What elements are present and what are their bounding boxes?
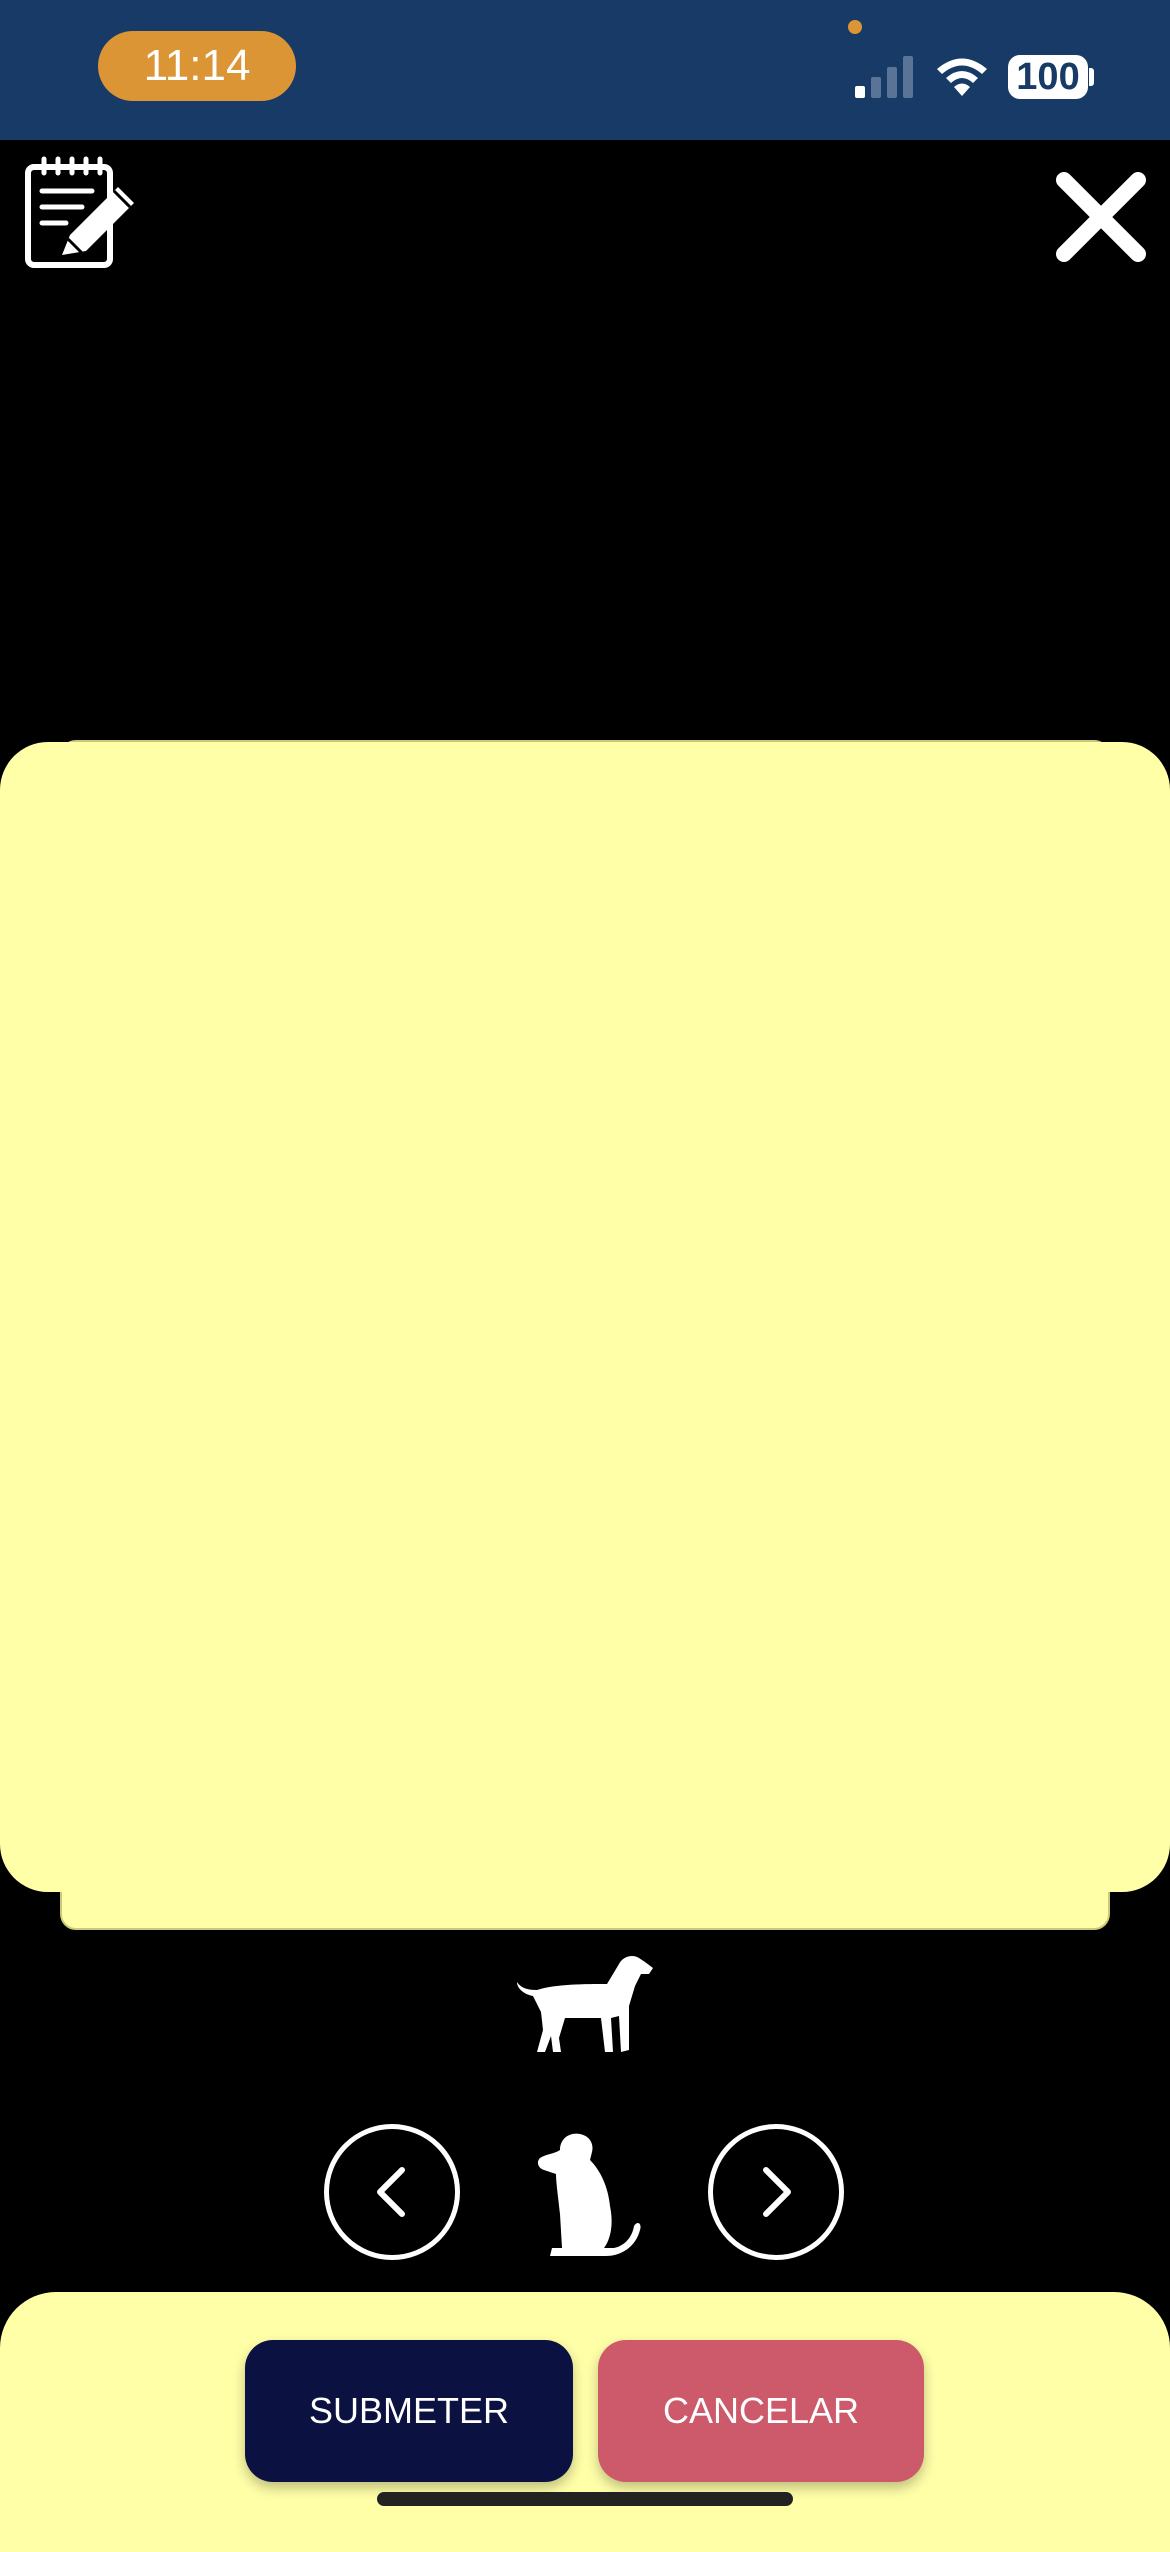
close-icon[interactable] xyxy=(1052,168,1150,266)
flash-card[interactable] xyxy=(0,742,1170,1892)
privacy-indicator-dot xyxy=(848,20,862,34)
wifi-icon xyxy=(937,58,987,96)
battery-nub xyxy=(1089,68,1094,86)
next-button[interactable] xyxy=(708,2124,844,2260)
battery-icon: 100 xyxy=(1008,55,1088,99)
chevron-left-icon xyxy=(377,2167,405,2217)
chevron-right-icon xyxy=(763,2167,791,2217)
cancel-button[interactable]: CANCELAR xyxy=(598,2340,924,2482)
time-pill: 11:14 xyxy=(98,31,296,101)
home-indicator[interactable] xyxy=(377,2492,793,2506)
previous-button[interactable] xyxy=(324,2124,460,2260)
dog-sitting-icon xyxy=(537,2133,641,2256)
dog-standing-icon xyxy=(517,1956,653,2052)
cellular-signal-icon xyxy=(855,56,913,98)
submit-button[interactable]: SUBMETER xyxy=(245,2340,573,2482)
bottom-action-panel xyxy=(0,2292,1170,2552)
status-bar: 11:14 100 xyxy=(0,0,1170,140)
notepad-pencil-icon[interactable] xyxy=(22,155,140,273)
